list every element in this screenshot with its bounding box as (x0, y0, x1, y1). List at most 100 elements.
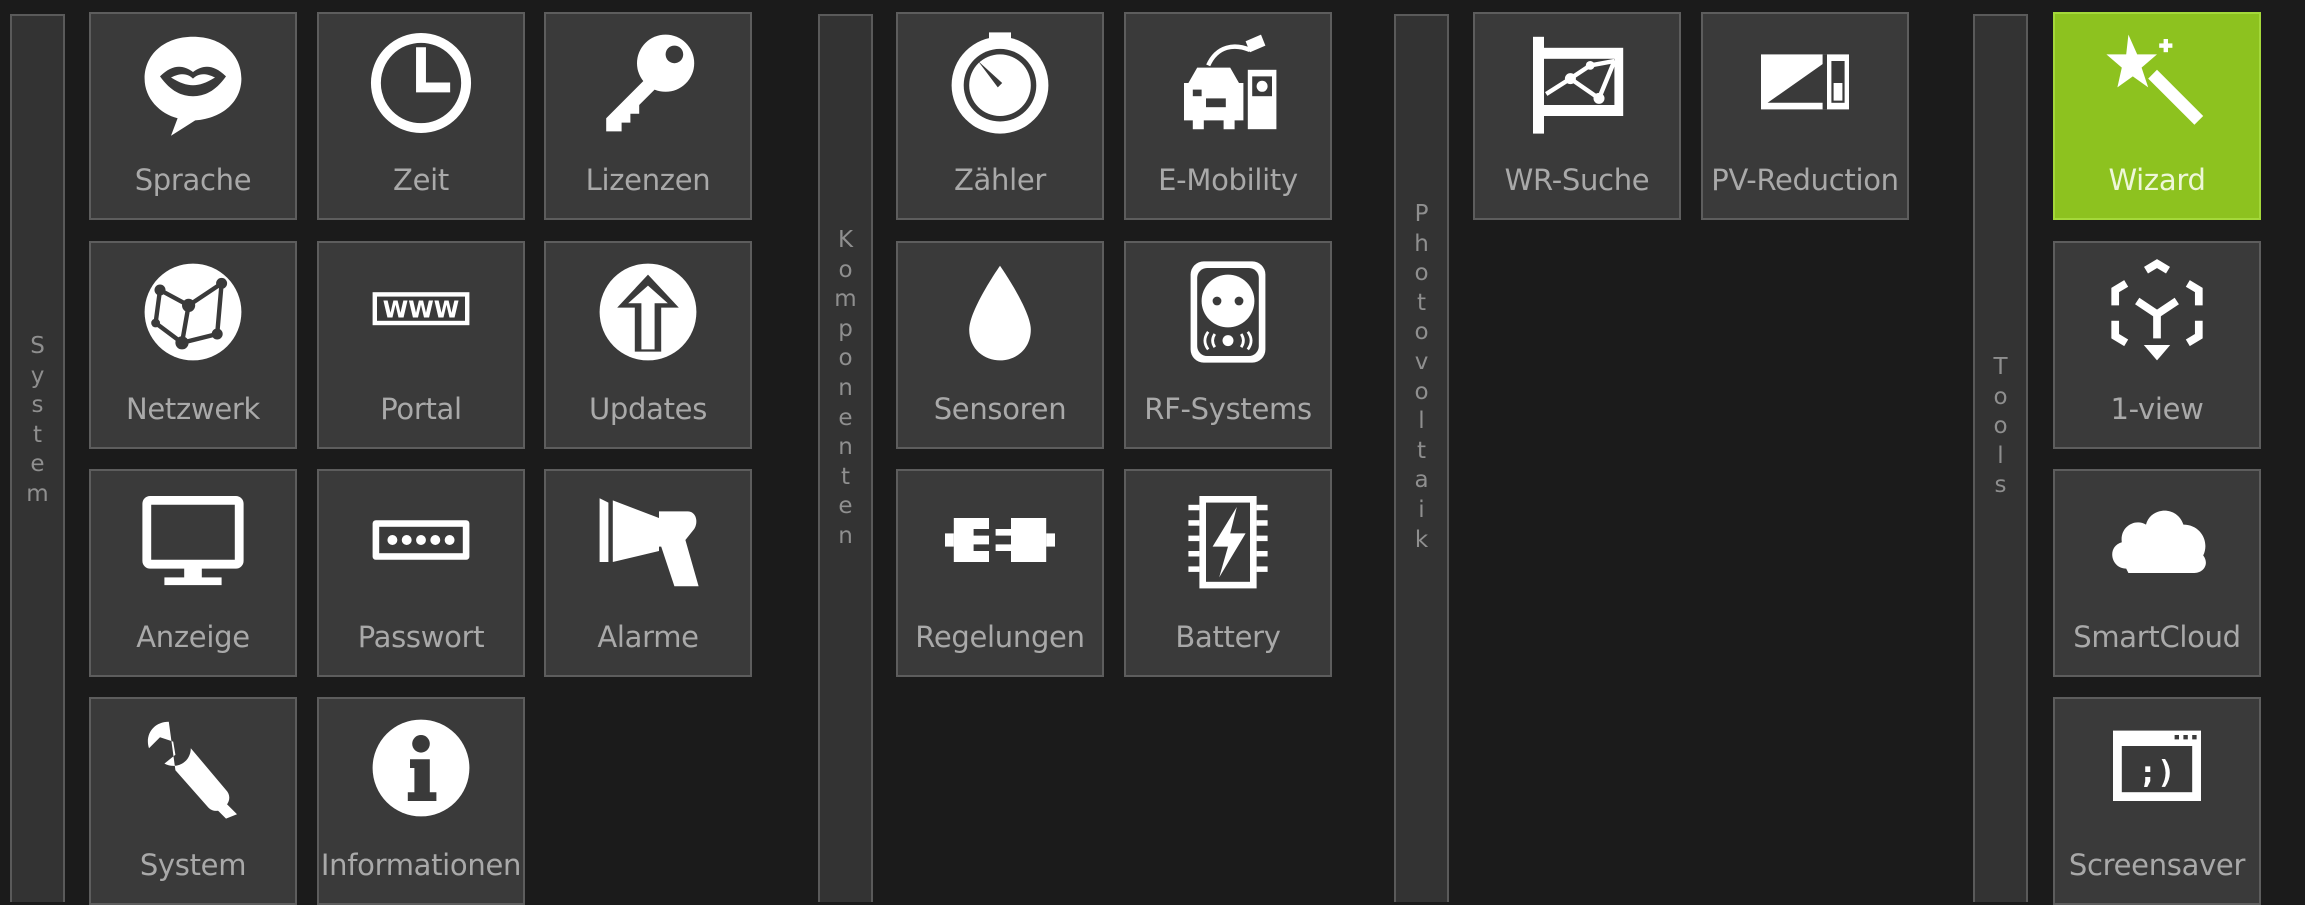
www-icon: WWW (366, 257, 476, 367)
tile-label: Zähler (953, 163, 1047, 197)
tile-label: Sensoren (933, 392, 1067, 426)
section-letter: o (1414, 260, 1429, 287)
tile-label: System (139, 848, 247, 882)
tile-label: PV-Reduction (1711, 163, 1899, 197)
inverter-search-icon (1522, 28, 1632, 138)
section-letter: T (1993, 354, 2008, 380)
info-icon (366, 713, 476, 823)
tile-label: Battery (1175, 620, 1281, 654)
tile-label: 1-view (2110, 392, 2204, 426)
megaphone-icon (593, 485, 703, 595)
password-field-icon (366, 485, 476, 595)
section-letter: n (838, 374, 853, 401)
wink-text: ;) (2138, 754, 2175, 790)
section-letter: t (32, 421, 43, 448)
tile-sprache[interactable]: Sprache (89, 12, 297, 220)
section-letter: e (30, 451, 45, 478)
tile-updates[interactable]: Updates (544, 241, 752, 449)
tile-label: Portal (380, 392, 462, 426)
tile-passwort[interactable]: Passwort (317, 469, 525, 677)
tile-lizenzen[interactable]: Lizenzen (544, 12, 752, 220)
section-letter: o (1993, 413, 2008, 440)
section-letter: e (838, 404, 853, 431)
section-letter: s (31, 392, 44, 419)
tile-sensoren[interactable]: Sensoren (896, 241, 1104, 449)
section-letter: m (26, 480, 49, 507)
3d-cube-icon (2102, 257, 2212, 367)
tile-pvreduction[interactable]: PV-Reduction (1701, 12, 1909, 220)
tile-label: E-Mobility (1158, 163, 1298, 197)
cloud-icon (2102, 485, 2212, 595)
tile-rfsystems[interactable]: RF-Systems (1124, 241, 1332, 449)
section-letter: m (834, 286, 857, 313)
tile-wrsuche[interactable]: WR-Suche (1473, 12, 1681, 220)
pv-reduction-icon (1750, 28, 1860, 138)
tile-label: Updates (588, 392, 708, 426)
tile-zaehler[interactable]: Zähler (896, 12, 1104, 220)
smart-plug-icon (1173, 257, 1283, 367)
tile-zeit[interactable]: Zeit (317, 12, 525, 220)
tile-label: Screensaver (2068, 848, 2246, 882)
section-bar-system: System (10, 14, 65, 902)
tile-screensaver[interactable]: ;) Screensaver (2053, 697, 2261, 905)
monitor-icon (138, 485, 248, 595)
meter-gauge-icon (945, 28, 1055, 138)
tile-emobility[interactable]: E-Mobility (1124, 12, 1332, 220)
section-label-photovoltaik: Photovoltaik (1396, 200, 1447, 555)
section-letter: k (1414, 526, 1429, 553)
tile-system[interactable]: System (89, 697, 297, 905)
tile-label: Netzwerk (125, 392, 260, 426)
section-letter: o (1993, 383, 2008, 410)
section-letter: K (837, 227, 854, 253)
tile-netzwerk[interactable]: Netzwerk (89, 241, 297, 449)
section-letter: l (1418, 408, 1425, 435)
section-letter: P (1414, 201, 1429, 227)
battery-bolt-icon (1173, 485, 1283, 595)
tile-label: Passwort (357, 620, 485, 654)
section-letter: l (1997, 442, 2004, 469)
section-letter: v (1414, 348, 1429, 375)
tile-label: Sprache (134, 163, 252, 197)
tile-smartcloud[interactable]: SmartCloud (2053, 469, 2261, 677)
tile-1-view[interactable]: 1-view (2053, 241, 2261, 449)
key-icon (593, 28, 703, 138)
tile-informationen[interactable]: Informationen (317, 697, 525, 905)
section-letter: n (838, 434, 853, 461)
section-letter: o (1414, 319, 1429, 346)
section-letter: o (838, 345, 853, 372)
tile-label: SmartCloud (2073, 620, 2241, 654)
section-letter: e (838, 493, 853, 520)
screensaver-window-icon: ;) (2102, 713, 2212, 823)
network-globe-icon (138, 257, 248, 367)
tile-label: Anzeige (136, 620, 250, 654)
section-letter: o (838, 256, 853, 283)
section-letter: i (1418, 496, 1425, 523)
electric-car-charger-icon (1173, 28, 1283, 138)
tile-battery[interactable]: Battery (1124, 469, 1332, 677)
speech-bubble-icon (138, 28, 248, 138)
section-letter: n (838, 522, 853, 549)
section-label-komponenten: Komponenten (820, 226, 871, 552)
tile-label: Regelungen (915, 620, 1085, 654)
tile-wizard[interactable]: Wizard (2053, 12, 2261, 220)
water-drop-icon (945, 257, 1055, 367)
section-letter: t (1416, 437, 1427, 464)
section-label-system: System (12, 332, 63, 510)
upload-arrow-icon (593, 257, 703, 367)
tile-label: Informationen (320, 848, 522, 882)
clock-icon (366, 28, 476, 138)
tile-portal[interactable]: WWW Portal (317, 241, 525, 449)
wrench-icon (138, 713, 248, 823)
tile-label: WR-Suche (1504, 163, 1650, 197)
tile-label: Alarme (597, 620, 699, 654)
tile-anzeige[interactable]: Anzeige (89, 469, 297, 677)
tile-alarme[interactable]: Alarme (544, 469, 752, 677)
tile-label: Wizard (2108, 163, 2206, 197)
www-text: WWW (383, 298, 459, 324)
section-letter: h (1414, 230, 1429, 257)
section-letter: o (1414, 378, 1429, 405)
tile-label: RF-Systems (1144, 392, 1312, 426)
section-letter: t (840, 463, 851, 490)
plug-connector-icon (945, 485, 1055, 595)
tile-regelungen[interactable]: Regelungen (896, 469, 1104, 677)
